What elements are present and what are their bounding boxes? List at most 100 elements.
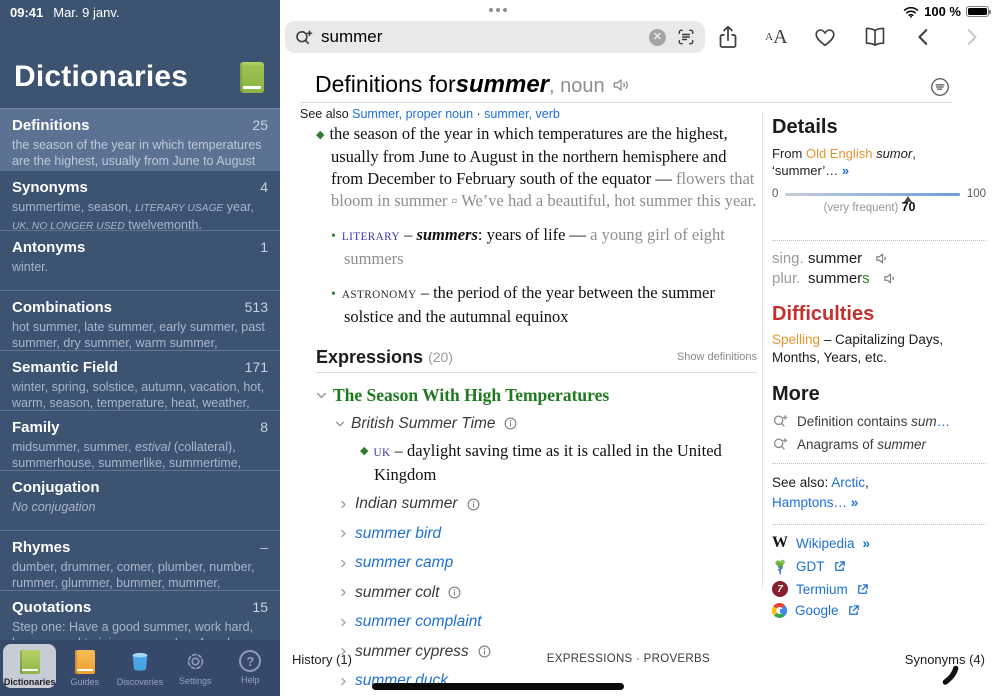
- definition-sub-literary: •literary – summers: years of life — a y…: [331, 224, 757, 270]
- reader-options-icon[interactable]: [929, 76, 951, 98]
- diamond-bullet-icon: ◆: [360, 445, 368, 457]
- item-subtitle: No conjugation: [12, 499, 268, 515]
- item-title: Quotations: [12, 599, 91, 616]
- sidebar-item-quotations[interactable]: Quotations15 Step one: Have a good summe…: [0, 590, 280, 640]
- info-icon[interactable]: [448, 586, 461, 599]
- item-title: Family: [12, 419, 60, 436]
- form-word: summers: [808, 270, 870, 287]
- anagrams-link[interactable]: Anagrams of summer: [772, 436, 986, 452]
- multitask-indicator[interactable]: [489, 8, 507, 12]
- live-text-icon[interactable]: [676, 27, 696, 47]
- favorite-heart-icon[interactable]: [813, 25, 837, 49]
- termium-icon: 7: [772, 581, 788, 597]
- search-input[interactable]: [321, 27, 649, 47]
- item-title: Antonyms: [12, 239, 85, 256]
- google-icon: [772, 603, 787, 618]
- expression-item-summer-bird[interactable]: summer bird: [339, 523, 757, 545]
- expressions-title: Expressions: [316, 346, 423, 368]
- info-icon[interactable]: [504, 417, 517, 430]
- expression-label: summer complaint: [355, 611, 482, 633]
- gdt-tree-icon: [772, 558, 788, 575]
- expression-british-summer-time[interactable]: British Summer Time: [335, 413, 757, 435]
- speaker-icon[interactable]: [874, 250, 891, 267]
- frequency-widget: 0 (very frequent) 70 100: [772, 188, 986, 214]
- panel-see-also[interactable]: See also: Arctic,: [772, 473, 986, 493]
- help-icon: ?: [239, 650, 261, 672]
- tab-dictionaries[interactable]: Dictionaries: [3, 644, 56, 688]
- expression-group-heading[interactable]: The Season With High Temperatures: [316, 384, 757, 406]
- more-heading: More: [772, 383, 986, 406]
- pronounce-speaker-icon[interactable]: [611, 75, 631, 95]
- status-time: 09:41: [10, 5, 43, 20]
- item-count: 8: [260, 419, 268, 435]
- sidebar-item-family[interactable]: Family8 midsummer, summer, estival (coll…: [0, 410, 280, 470]
- tab-settings[interactable]: Settings: [169, 644, 222, 688]
- item-title: Rhymes: [12, 539, 70, 556]
- forward-icon[interactable]: [960, 25, 982, 49]
- diamond-bullet-icon: ◆: [316, 129, 324, 141]
- sidebar-item-conjugation[interactable]: Conjugation No conjugation: [0, 470, 280, 530]
- text-size-icon[interactable]: AA: [765, 26, 787, 49]
- sidebar-item-combinations[interactable]: Combinations513 hot summer, late summer,…: [0, 290, 280, 350]
- panel-divider: [762, 112, 763, 588]
- status-date: Mar. 9 janv.: [53, 5, 119, 20]
- item-subtitle: the season of the year in which temperat…: [12, 137, 268, 170]
- form-word: summer: [808, 250, 862, 267]
- expression-item-indian-summer[interactable]: Indian summer: [339, 493, 757, 515]
- etymology-text[interactable]: From Old English sumor, ‘summer’… »: [772, 145, 942, 179]
- wikipedia-link[interactable]: W Wikipedia »: [772, 534, 986, 552]
- back-icon[interactable]: [913, 25, 935, 49]
- expression-label: summer colt: [355, 582, 439, 604]
- expression-label: Indian summer: [355, 493, 458, 515]
- app-screen: 09:41 Mar. 9 janv. Dictionaries Definitio…: [0, 0, 997, 696]
- gdt-link[interactable]: GDT: [772, 558, 986, 575]
- item-subtitle: winter, spring, solstice, autumn, vacati…: [12, 379, 268, 410]
- more-row-label: Definition contains sum…: [797, 414, 950, 429]
- search-add-icon: [772, 436, 788, 452]
- see-also-line[interactable]: See also Summer, proper noun · summer, v…: [300, 107, 560, 121]
- chevron-right-icon: [339, 676, 348, 687]
- sidebar-item-rhymes[interactable]: Rhymes– dumber, drummer, comer, plumber,…: [0, 530, 280, 590]
- item-subtitle: Step one: Have a good summer, work hard,…: [12, 619, 268, 640]
- tab-help[interactable]: ? Help: [224, 644, 277, 688]
- google-link[interactable]: Google: [772, 603, 986, 618]
- tab-guides[interactable]: Guides: [58, 644, 111, 688]
- sidebar-title: Dictionaries: [14, 60, 188, 94]
- item-subtitle: dumber, drummer, comer, plumber, number,…: [12, 559, 268, 590]
- expression-item-summer-camp[interactable]: summer camp: [339, 552, 757, 574]
- chevron-right-icon: [339, 528, 348, 539]
- speaker-icon[interactable]: [882, 270, 899, 287]
- show-definitions-button[interactable]: Show definitions: [677, 346, 757, 368]
- chevron-down-icon: [316, 390, 327, 401]
- info-icon[interactable]: [467, 498, 480, 511]
- expression-item-summer-complaint[interactable]: summer complaint: [339, 611, 757, 633]
- expression-label: summer camp: [355, 552, 453, 574]
- clear-search-icon[interactable]: ✕: [649, 29, 666, 46]
- share-icon[interactable]: [716, 24, 740, 50]
- termium-link[interactable]: 7 Termium: [772, 581, 986, 597]
- sidebar-item-antonyms[interactable]: Antonyms1 winter.: [0, 230, 280, 290]
- expression-item-summer-colt[interactable]: summer colt: [339, 582, 757, 604]
- sidebar-item-semantic-field[interactable]: Semantic Field171 winter, spring, solsti…: [0, 350, 280, 410]
- expression-label: summer bird: [355, 523, 441, 545]
- bookmarks-book-icon[interactable]: [862, 25, 888, 49]
- dotted-divider: [772, 240, 986, 241]
- difficulties-text[interactable]: Spelling – Capitalizing Days, Months, Ye…: [772, 331, 986, 366]
- history-button[interactable]: History (1): [292, 652, 352, 667]
- sidebar-item-synonyms[interactable]: Synonyms4 summertime, season, literary u…: [0, 170, 280, 230]
- form-label: plur.: [772, 270, 808, 287]
- home-indicator[interactable]: [372, 683, 624, 690]
- search-bar[interactable]: ✕: [285, 21, 705, 53]
- sidebar-item-definitions[interactable]: Definitions25 the season of the year in …: [0, 108, 280, 170]
- page-indicator[interactable]: EXPRESSIONS · PROVERBS: [352, 653, 905, 665]
- more-row-label: Anagrams of summer: [797, 437, 926, 452]
- external-link-icon: [833, 560, 846, 573]
- form-label: sing.: [772, 250, 808, 267]
- item-title: Synonyms: [12, 179, 88, 196]
- tab-discoveries[interactable]: Discoveries: [113, 644, 166, 688]
- expression-group-title: The Season With High Temperatures: [333, 384, 609, 406]
- tab-label: Help: [241, 675, 260, 685]
- definition-contains-link[interactable]: Definition contains sum…: [772, 413, 986, 429]
- panel-see-also-more[interactable]: Hamptons… »: [772, 493, 986, 513]
- gear-icon: [184, 650, 207, 673]
